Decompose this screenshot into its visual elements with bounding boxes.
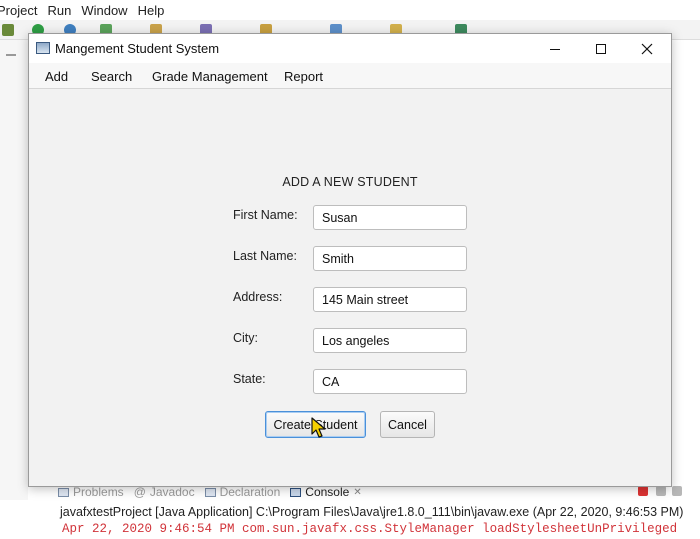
form-title: ADD A NEW STUDENT <box>282 175 418 189</box>
first-name-label: First Name: <box>233 208 298 222</box>
remove-launch-icon[interactable] <box>656 486 666 496</box>
close-tab-icon[interactable]: ✕ <box>353 487 361 498</box>
address-label: Address: <box>233 290 283 304</box>
console-icon <box>290 487 302 497</box>
ide-menu-help[interactable]: Help <box>138 3 165 18</box>
menu-search[interactable]: Search <box>91 69 132 84</box>
at-icon: @ <box>133 485 146 499</box>
last-name-input[interactable] <box>313 246 467 271</box>
last-name-label: Last Name: <box>233 249 297 263</box>
ide-menu-project[interactable]: Project <box>0 3 37 18</box>
menu-grade-management[interactable]: Grade Management <box>152 69 268 84</box>
ide-menubar: Project Run Window Help <box>0 0 700 20</box>
ide-menu-run[interactable]: Run <box>47 3 71 18</box>
city-label: City: <box>233 331 258 345</box>
app-icon <box>36 42 50 54</box>
close-button[interactable] <box>624 34 670 63</box>
app-window: Mangement Student System Add Search Grad… <box>28 33 672 487</box>
first-name-input[interactable] <box>313 205 467 230</box>
title-bar[interactable]: Mangement Student System <box>29 34 671 63</box>
city-input[interactable] <box>313 328 467 353</box>
menu-add[interactable]: Add <box>45 69 68 84</box>
ide-left-panel <box>0 40 28 500</box>
debug-icon[interactable] <box>2 24 14 36</box>
declaration-icon <box>204 487 216 497</box>
terminate-icon[interactable] <box>638 486 648 496</box>
console-error-line: Apr 22, 2020 9:46:54 PM com.sun.javafx.c… <box>62 522 678 536</box>
minimize-button[interactable] <box>532 34 578 63</box>
tab-console[interactable]: Console ✕ <box>290 485 362 499</box>
minimize-icon <box>550 48 560 50</box>
console-launch-line: javafxtestProject [Java Application] C:\… <box>60 505 684 519</box>
close-icon <box>641 43 653 54</box>
window-title: Mangement Student System <box>55 41 220 56</box>
ide-menu-window[interactable]: Window <box>81 3 127 18</box>
ide-right-panel <box>672 40 700 480</box>
tab-declaration[interactable]: Declaration <box>204 485 280 499</box>
minimize-panel-icon[interactable] <box>6 54 16 56</box>
menu-report[interactable]: Report <box>284 69 323 84</box>
mouse-cursor-icon <box>311 417 326 438</box>
state-input[interactable] <box>313 369 467 394</box>
tab-problems[interactable]: Problems <box>58 485 124 499</box>
address-input[interactable] <box>313 287 467 312</box>
maximize-button[interactable] <box>578 34 624 63</box>
state-label: State: <box>233 372 266 386</box>
problems-icon <box>58 487 69 497</box>
remove-all-icon[interactable] <box>672 486 682 496</box>
tab-javadoc[interactable]: @ Javadoc <box>134 485 195 499</box>
maximize-icon <box>596 43 606 54</box>
app-menubar: Add Search Grade Management Report <box>29 63 671 89</box>
cancel-button[interactable]: Cancel <box>380 411 435 438</box>
